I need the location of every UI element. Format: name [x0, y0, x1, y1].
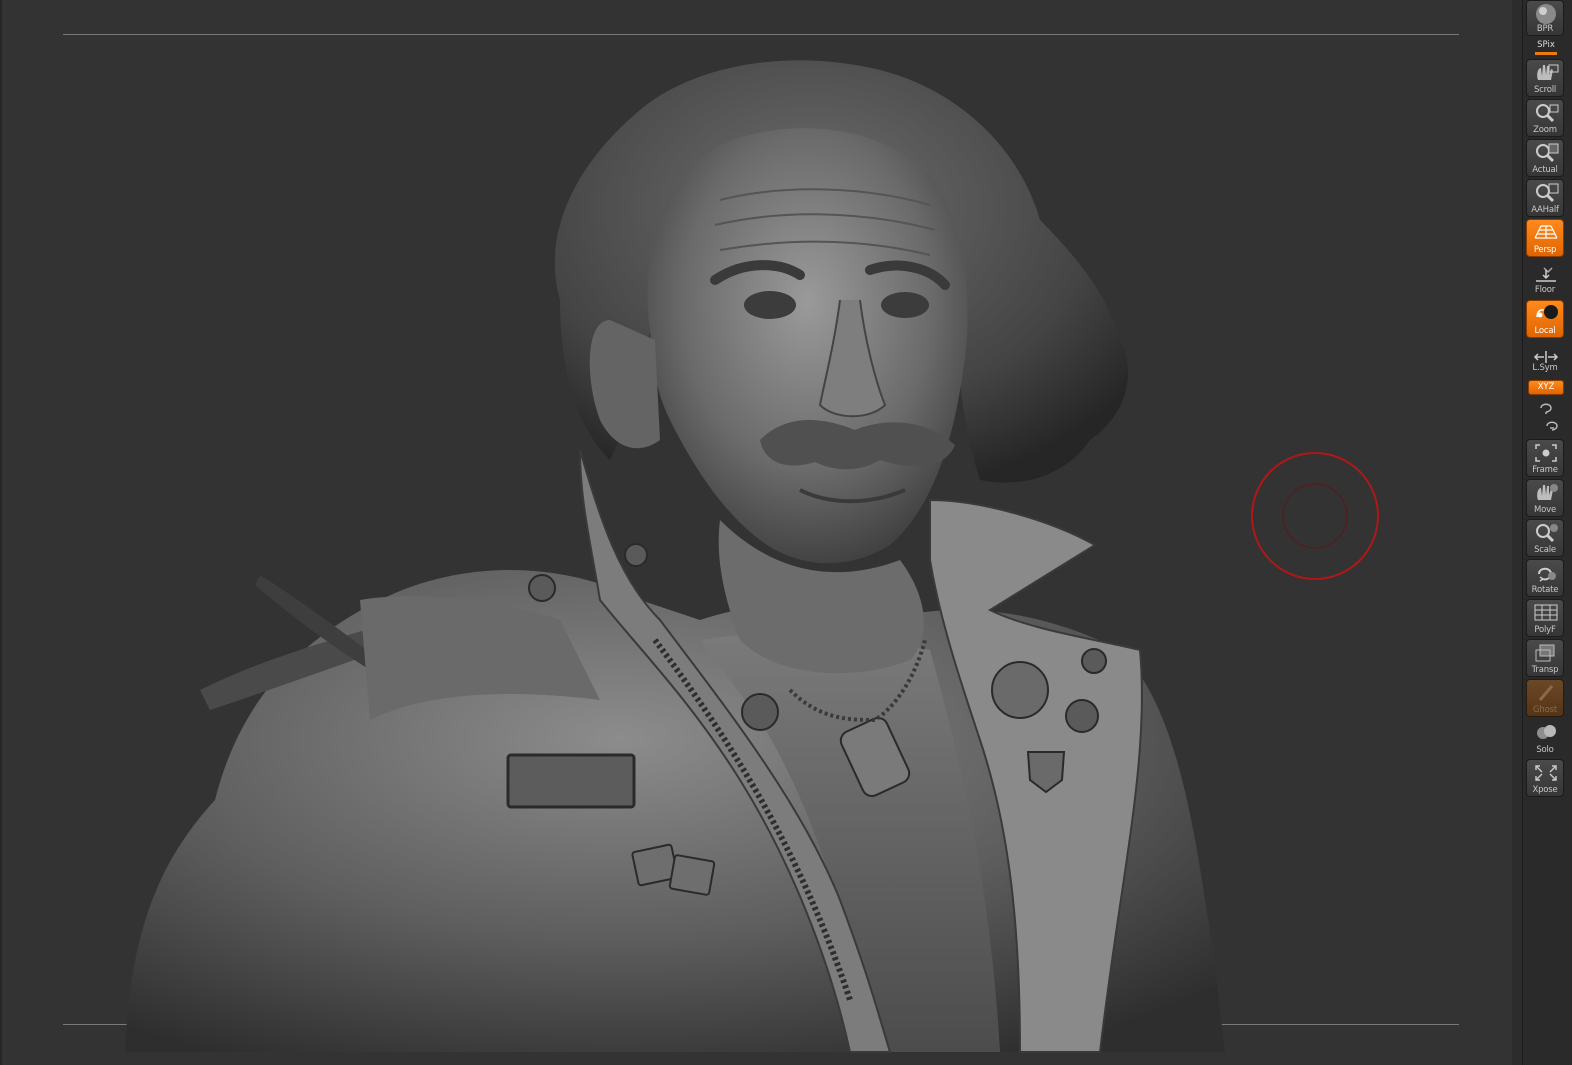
- rotate-z-button[interactable]: [1543, 418, 1561, 433]
- ghost-icon: [1538, 685, 1554, 701]
- xpose-arrows-icon: [1535, 765, 1557, 781]
- actual-button[interactable]: Actual: [1526, 139, 1564, 177]
- shelf-gutter: [1512, 0, 1522, 1065]
- transp-button[interactable]: Transp: [1526, 639, 1564, 677]
- actual-label: Actual: [1532, 165, 1558, 175]
- window-left-edge: [0, 0, 2, 1065]
- persp-label: Persp: [1533, 245, 1557, 255]
- sphere-icon: [1536, 4, 1556, 24]
- local-label: Local: [1534, 326, 1556, 336]
- frame-label: Frame: [1532, 465, 1558, 475]
- magnifier-icon: [1536, 104, 1559, 123]
- rotate-label: Rotate: [1531, 585, 1559, 595]
- frame-button[interactable]: Frame: [1526, 439, 1564, 477]
- transp-label: Transp: [1531, 665, 1559, 675]
- solo-label: Solo: [1536, 745, 1554, 755]
- transparency-icon: [1535, 644, 1555, 662]
- rotate-icon: [1538, 567, 1556, 582]
- bpr-label: BPR: [1536, 24, 1554, 34]
- magnifier-icon: [1536, 143, 1559, 163]
- xpose-label: Xpose: [1532, 785, 1558, 795]
- spix-slider-fill: [1535, 52, 1557, 55]
- polygon-grid-icon: [1534, 604, 1558, 621]
- scale-button[interactable]: Scale: [1526, 519, 1564, 557]
- right-shelf: BPR SPix Scroll Zoom Actual AAHalf Persp…: [1522, 0, 1572, 1065]
- move-hand-icon: [1537, 484, 1558, 500]
- move-label: Move: [1534, 505, 1556, 515]
- atom-pin: [991, 661, 1049, 719]
- face: [647, 128, 968, 564]
- eye-left: [744, 291, 796, 319]
- jacket-button: [624, 543, 648, 567]
- aahalf-label: AAHalf: [1531, 205, 1559, 215]
- persp-button[interactable]: Persp: [1526, 219, 1564, 257]
- local-button[interactable]: Local: [1526, 300, 1564, 338]
- solo-button[interactable]: Solo: [1526, 719, 1564, 757]
- lsym-label: L.Sym: [1532, 363, 1558, 373]
- perspective-grid-icon: [1534, 225, 1558, 239]
- persp-dropdown[interactable]: [1541, 259, 1555, 274]
- scroll-button[interactable]: Scroll: [1526, 59, 1564, 97]
- hand-icon: [1537, 64, 1559, 80]
- solo-spheres-icon: [1537, 725, 1556, 739]
- floor-button[interactable]: Floor: [1526, 267, 1564, 297]
- scale-magnifier-icon: [1536, 524, 1558, 543]
- chest-patch: [506, 753, 636, 809]
- xyz-label: XYZ: [1537, 382, 1555, 392]
- move-button[interactable]: Move: [1526, 479, 1564, 517]
- jacket-button: [528, 574, 556, 602]
- scale-label: Scale: [1534, 545, 1556, 555]
- magnifier-icon: [1536, 183, 1559, 203]
- xpose-button[interactable]: Xpose: [1526, 759, 1564, 797]
- zoom-label: Zoom: [1533, 125, 1557, 135]
- aahalf-button[interactable]: AAHalf: [1526, 179, 1564, 217]
- rotate-y-button[interactable]: [1537, 400, 1555, 415]
- jacket-button: [1081, 648, 1107, 674]
- eye-right: [881, 292, 929, 318]
- ghost-label: Ghost: [1533, 705, 1557, 715]
- brush-cursor: [1251, 452, 1379, 580]
- polyf-button[interactable]: PolyF: [1526, 599, 1564, 637]
- polyf-label: PolyF: [1534, 625, 1556, 635]
- zoom-button[interactable]: Zoom: [1526, 99, 1564, 137]
- rotate-z-icon: [1546, 421, 1558, 431]
- local-pivot-icon: [1536, 305, 1558, 319]
- xyz-rotate-button[interactable]: XYZ: [1528, 380, 1564, 395]
- floor-label: Floor: [1534, 285, 1556, 295]
- scroll-label: Scroll: [1533, 85, 1557, 95]
- rotate-button[interactable]: Rotate: [1526, 559, 1564, 597]
- spix-slider[interactable]: SPix: [1529, 40, 1563, 56]
- spix-label: SPix: [1537, 40, 1555, 50]
- jacket-button: [741, 693, 779, 731]
- lsym-button[interactable]: L.Sym: [1526, 343, 1564, 375]
- ghost-button[interactable]: Ghost: [1526, 679, 1564, 717]
- bpr-button[interactable]: BPR: [1526, 0, 1564, 36]
- rotate-y-icon: [1540, 403, 1552, 414]
- jacket-button: [1065, 699, 1099, 733]
- frame-icon: [1535, 444, 1557, 462]
